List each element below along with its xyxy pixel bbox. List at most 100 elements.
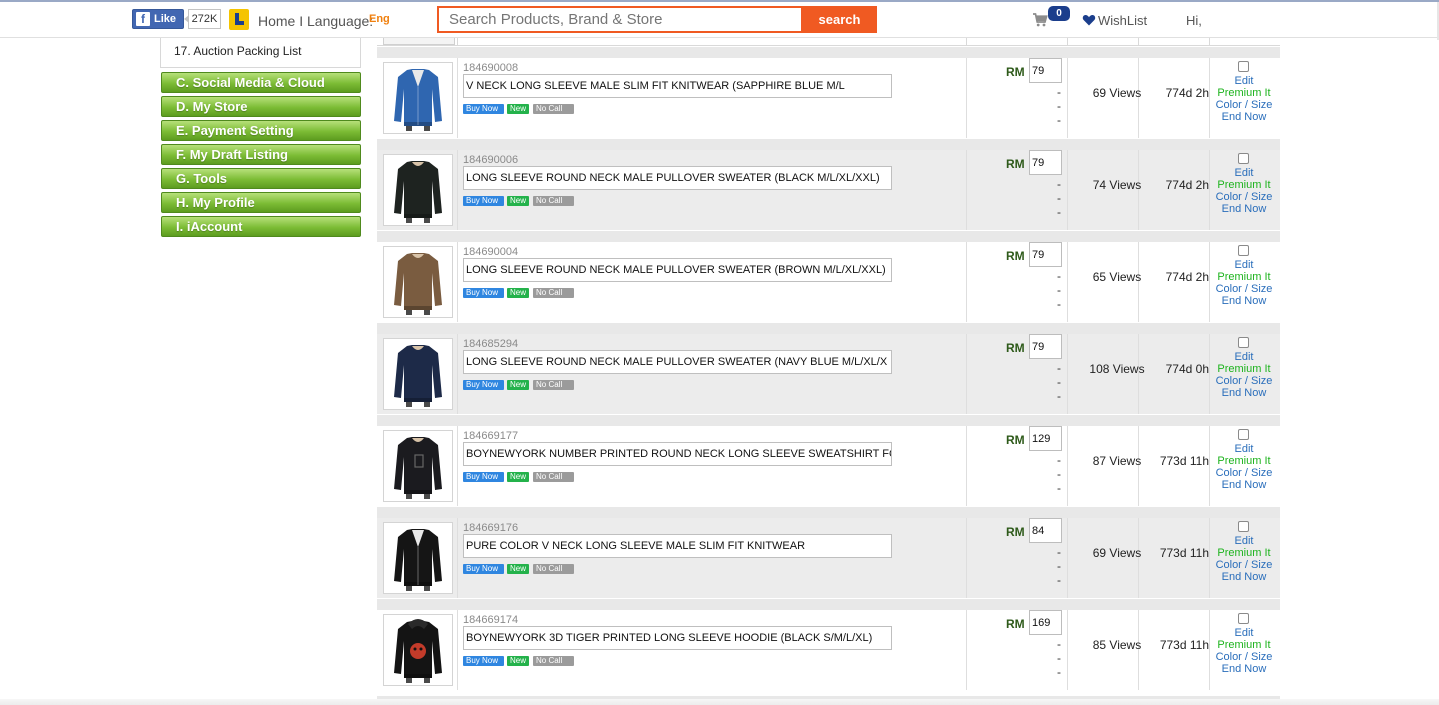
- product-title-field[interactable]: BOYNEWYORK NUMBER PRINTED ROUND NECK LON…: [463, 442, 892, 466]
- premium-it-link[interactable]: Premium It: [1211, 639, 1277, 651]
- edit-link[interactable]: Edit: [1211, 259, 1277, 271]
- product-photo-graphic: [394, 529, 442, 591]
- product-title-field[interactable]: LONG SLEEVE ROUND NECK MALE PULLOVER SWE…: [463, 258, 892, 282]
- price-input[interactable]: 79: [1029, 242, 1062, 267]
- select-checkbox[interactable]: [1238, 521, 1249, 532]
- sidebar-item-auction-packing-list[interactable]: 17. Auction Packing List: [160, 38, 361, 68]
- edit-link[interactable]: Edit: [1211, 167, 1277, 179]
- no-call-badge: No Call: [533, 196, 574, 206]
- end-now-link[interactable]: End Now: [1211, 571, 1277, 583]
- quantity-dash: -: [1057, 559, 1061, 573]
- currency-label: RM: [1006, 433, 1025, 447]
- listing-table: 184690008 V NECK LONG SLEEVE MALE SLIM FI…: [377, 38, 1280, 705]
- shopping-cart-icon[interactable]: [1032, 12, 1048, 28]
- end-now-link[interactable]: End Now: [1211, 295, 1277, 307]
- no-call-badge: No Call: [533, 472, 574, 482]
- select-checkbox[interactable]: [1238, 429, 1249, 440]
- product-photo[interactable]: [383, 62, 453, 134]
- select-checkbox[interactable]: [1238, 61, 1249, 72]
- product-photo[interactable]: [383, 430, 453, 502]
- buy-now-badge: Buy Now: [463, 380, 504, 390]
- end-now-link[interactable]: End Now: [1211, 663, 1277, 675]
- edit-link[interactable]: Edit: [1211, 627, 1277, 639]
- quantity-dash: -: [1057, 85, 1061, 99]
- product-photo[interactable]: [383, 522, 453, 594]
- select-checkbox[interactable]: [1238, 245, 1249, 256]
- quantity-dash: -: [1057, 283, 1061, 297]
- time-left: 774d 2h: [1165, 86, 1209, 100]
- color-size-link[interactable]: Color / Size: [1211, 191, 1277, 203]
- search-button[interactable]: search: [802, 6, 877, 33]
- no-call-badge: No Call: [533, 104, 574, 114]
- buy-now-badge: Buy Now: [463, 104, 504, 114]
- facebook-like-button[interactable]: f Like: [132, 9, 184, 29]
- home-language-link[interactable]: Home I Language:: [258, 13, 373, 29]
- sidebar-section-my-profile[interactable]: H. My Profile: [161, 192, 361, 213]
- color-size-link[interactable]: Color / Size: [1211, 283, 1277, 295]
- sidebar-section-my-draft-listing[interactable]: F. My Draft Listing: [161, 144, 361, 165]
- sidebar-section-tools[interactable]: G. Tools: [161, 168, 361, 189]
- search-input[interactable]: [437, 6, 803, 33]
- product-photo[interactable]: [383, 246, 453, 318]
- color-size-link[interactable]: Color / Size: [1211, 99, 1277, 111]
- product-title-field[interactable]: LONG SLEEVE ROUND NECK MALE PULLOVER SWE…: [463, 166, 892, 190]
- color-size-link[interactable]: Color / Size: [1211, 375, 1277, 387]
- end-now-link[interactable]: End Now: [1211, 387, 1277, 399]
- price-input[interactable]: 84: [1029, 518, 1062, 543]
- product-title-field[interactable]: BOYNEWYORK 3D TIGER PRINTED LONG SLEEVE …: [463, 626, 892, 650]
- price-input[interactable]: 79: [1029, 334, 1062, 359]
- sidebar-section-iaccount[interactable]: I. iAccount: [161, 216, 361, 237]
- edit-link[interactable]: Edit: [1211, 351, 1277, 363]
- facebook-icon: f: [136, 12, 150, 26]
- heart-icon[interactable]: [1082, 13, 1096, 27]
- color-size-link[interactable]: Color / Size: [1211, 559, 1277, 571]
- column-separator: [966, 518, 967, 598]
- column-separator: [1209, 242, 1210, 322]
- premium-it-link[interactable]: Premium It: [1211, 271, 1277, 283]
- select-checkbox[interactable]: [1238, 613, 1249, 624]
- sidebar-section-payment-setting[interactable]: E. Payment Setting: [161, 120, 361, 141]
- end-now-link[interactable]: End Now: [1211, 203, 1277, 215]
- color-size-link[interactable]: Color / Size: [1211, 467, 1277, 479]
- color-size-link[interactable]: Color / Size: [1211, 651, 1277, 663]
- select-checkbox[interactable]: [1238, 337, 1249, 348]
- site-logo-icon[interactable]: [229, 9, 249, 30]
- currency-label: RM: [1006, 249, 1025, 263]
- premium-it-link[interactable]: Premium It: [1211, 547, 1277, 559]
- price-input[interactable]: 79: [1029, 150, 1062, 175]
- premium-it-link[interactable]: Premium It: [1211, 363, 1277, 375]
- quantity-dash: -: [1057, 453, 1061, 467]
- end-now-link[interactable]: End Now: [1211, 111, 1277, 123]
- column-separator: [1209, 426, 1210, 506]
- quantity-dash: -: [1057, 177, 1061, 191]
- product-photo[interactable]: [383, 338, 453, 410]
- price-input[interactable]: 79: [1029, 58, 1062, 83]
- table-row: 184690004 LONG SLEEVE ROUND NECK MALE PUL…: [377, 242, 1280, 322]
- column-separator: [1209, 150, 1210, 230]
- premium-it-link[interactable]: Premium It: [1211, 455, 1277, 467]
- sidebar-section-social-media-cloud[interactable]: C. Social Media & Cloud: [161, 72, 361, 93]
- edit-link[interactable]: Edit: [1211, 443, 1277, 455]
- product-photo[interactable]: [383, 614, 453, 686]
- wishlist-link[interactable]: WishList: [1098, 13, 1147, 28]
- select-checkbox[interactable]: [1238, 153, 1249, 164]
- product-photo[interactable]: [383, 154, 453, 226]
- column-separator: [966, 334, 967, 414]
- currency-label: RM: [1006, 65, 1025, 79]
- product-title-field[interactable]: V NECK LONG SLEEVE MALE SLIM FIT KNITWEA…: [463, 74, 892, 98]
- edit-link[interactable]: Edit: [1211, 535, 1277, 547]
- product-title-field[interactable]: LONG SLEEVE ROUND NECK MALE PULLOVER SWE…: [463, 350, 892, 374]
- currency-label: RM: [1006, 157, 1025, 171]
- product-title-field[interactable]: PURE COLOR V NECK LONG SLEEVE MALE SLIM …: [463, 534, 892, 558]
- product-photo-graphic: [394, 253, 442, 315]
- sidebar-section-my-store[interactable]: D. My Store: [161, 96, 361, 117]
- time-left: 774d 2h: [1165, 178, 1209, 192]
- premium-it-link[interactable]: Premium It: [1211, 179, 1277, 191]
- price-input[interactable]: 169: [1029, 610, 1062, 635]
- language-selector[interactable]: Eng: [369, 13, 390, 25]
- premium-it-link[interactable]: Premium It: [1211, 87, 1277, 99]
- price-input[interactable]: 129: [1029, 426, 1062, 451]
- edit-link[interactable]: Edit: [1211, 75, 1277, 87]
- end-now-link[interactable]: End Now: [1211, 479, 1277, 491]
- home-language-label[interactable]: Home I Language:: [258, 13, 373, 29]
